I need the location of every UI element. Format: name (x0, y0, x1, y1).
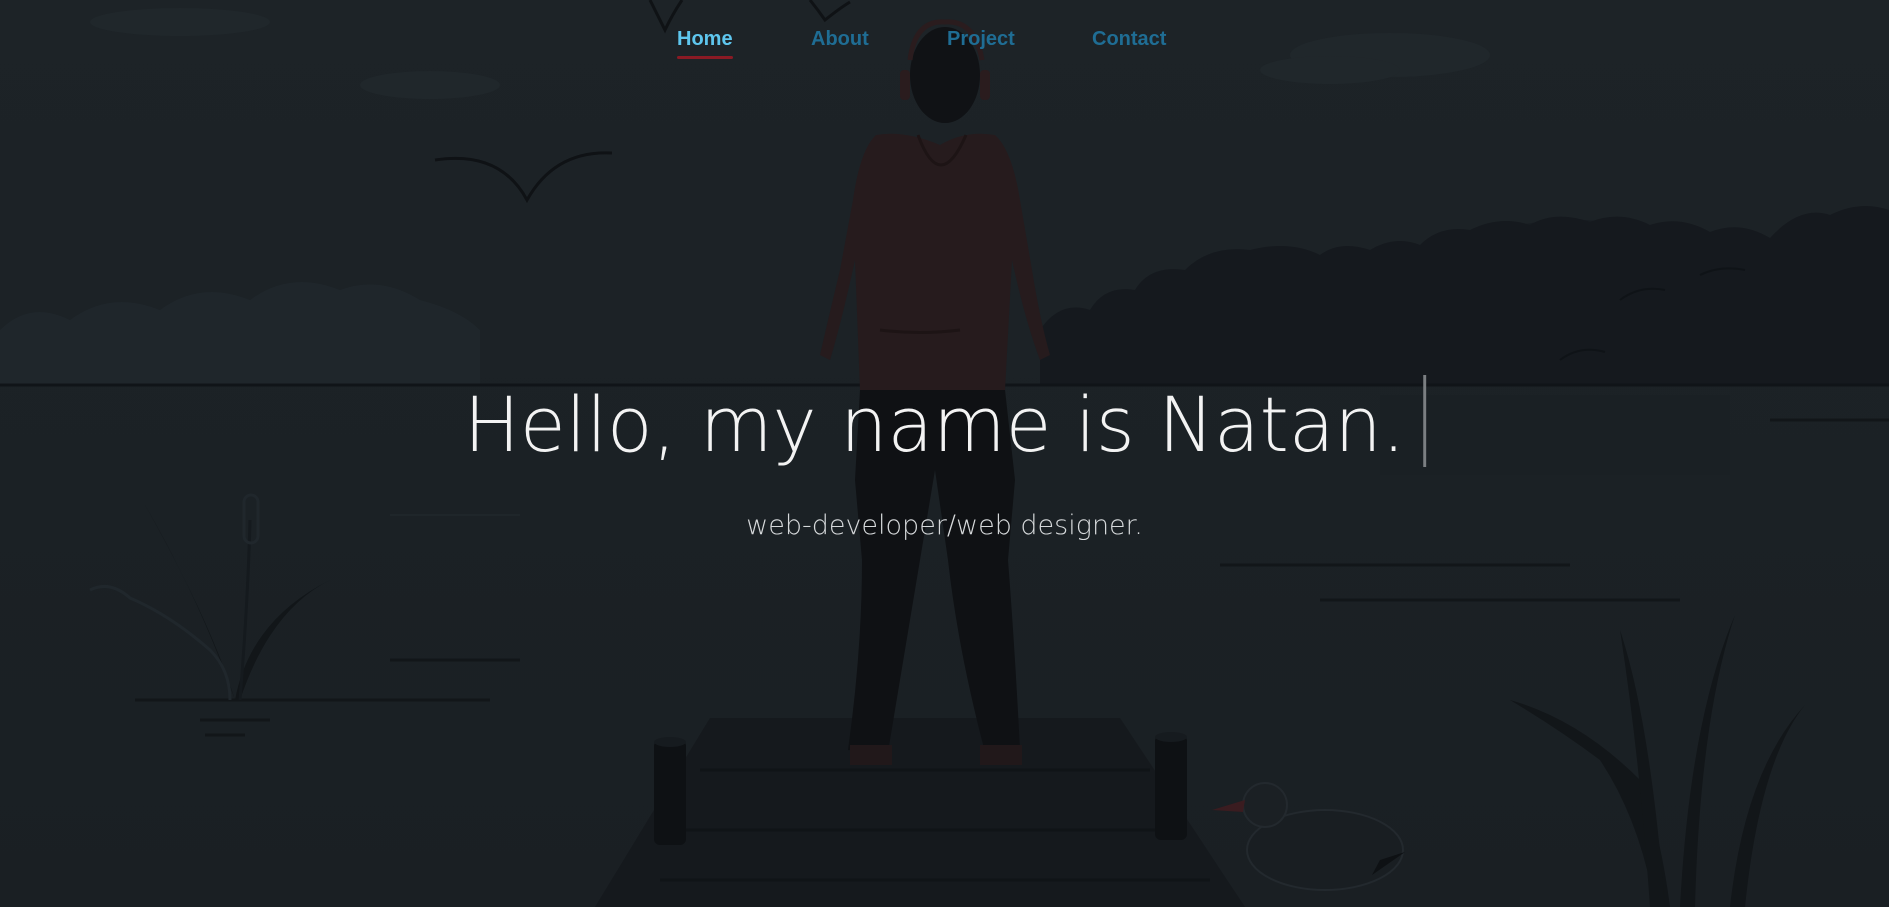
dock-illustration (595, 718, 1245, 907)
hills-illustration (1040, 206, 1889, 385)
left-bushes-illustration (0, 282, 480, 385)
reeds-right-icon (1510, 615, 1805, 907)
hero-section: Home About Project Contact Hello, my nam… (0, 0, 1889, 907)
hero-headline: Hello, my name is Natan. (0, 375, 1889, 470)
nav-contact-label: Contact (1092, 28, 1167, 50)
nav-active-underline (677, 56, 733, 59)
nav-home-label: Home (677, 28, 733, 50)
nav-home-link[interactable]: Home (677, 28, 733, 59)
main-nav: Home About Project Contact (0, 24, 1889, 64)
nav-about-link[interactable]: About (811, 28, 869, 51)
hero-subtitle: web-developer/web designer. (746, 510, 1143, 541)
nav-project-label: Project (947, 28, 1015, 50)
seagull-icon (1212, 782, 1405, 891)
nav-contact-link[interactable]: Contact (1092, 28, 1166, 51)
nav-project-link[interactable]: Project (947, 28, 1015, 51)
hero-headline-wrap: Hello, my name is Natan. (463, 375, 1426, 470)
nav-about-label: About (811, 28, 869, 50)
hero-headline-text: Hello, my name is Natan. (463, 380, 1406, 469)
typing-caret (1422, 375, 1426, 467)
